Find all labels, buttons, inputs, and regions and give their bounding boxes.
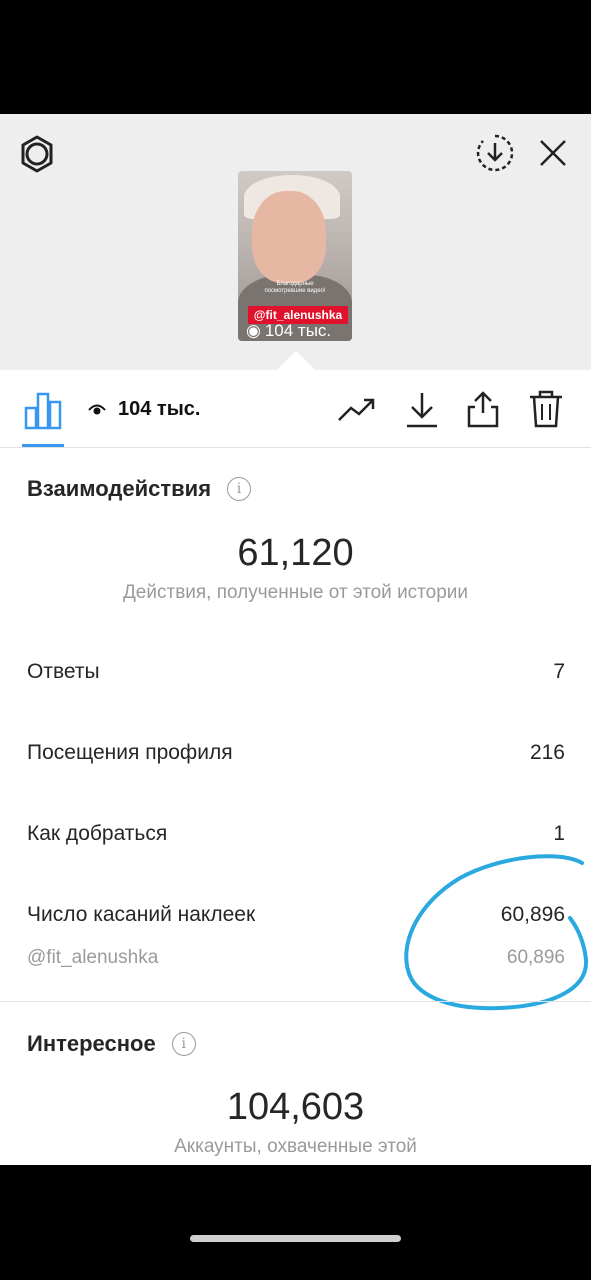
gear-icon [21, 135, 53, 173]
home-indicator[interactable] [190, 1235, 401, 1242]
story-thumbnail[interactable]: Благодарные посмотревшие видео! @fit_ale… [238, 171, 352, 341]
save-to-camera-roll-button[interactable] [474, 132, 516, 174]
thumbnail-views-count: 104 тыс. [264, 321, 332, 340]
download-circle-icon [476, 134, 514, 172]
bottom-bar [0, 1165, 591, 1280]
discovery-caption: Аккаунты, охваченные этой [174, 1136, 417, 1157]
discovery-section-title: Интересное i [27, 1031, 196, 1057]
eye-icon: ◉ [246, 321, 261, 340]
section-divider [0, 1001, 591, 1002]
settings-button[interactable] [16, 133, 58, 175]
discovery-total: 104,603 [226, 1086, 365, 1128]
close-icon [540, 140, 566, 166]
hand-drawn-circle-annotation [404, 854, 589, 1011]
discovery-title: Интересное [27, 1031, 156, 1056]
close-button[interactable] [532, 132, 574, 174]
thumbnail-views: ◉ 104 тыс. [246, 321, 331, 341]
thumbnail-face [252, 191, 326, 283]
status-bar-area [0, 0, 591, 114]
info-icon[interactable]: i [171, 1032, 196, 1056]
insights-sheet: 104 тыс. Взаимодействия i 61,120 Действи… [0, 370, 591, 1165]
story-preview-area: Благодарные посмотревшие видео! @fit_ale… [0, 114, 591, 388]
thumbnail-caption: Благодарные посмотревшие видео! [264, 281, 326, 294]
